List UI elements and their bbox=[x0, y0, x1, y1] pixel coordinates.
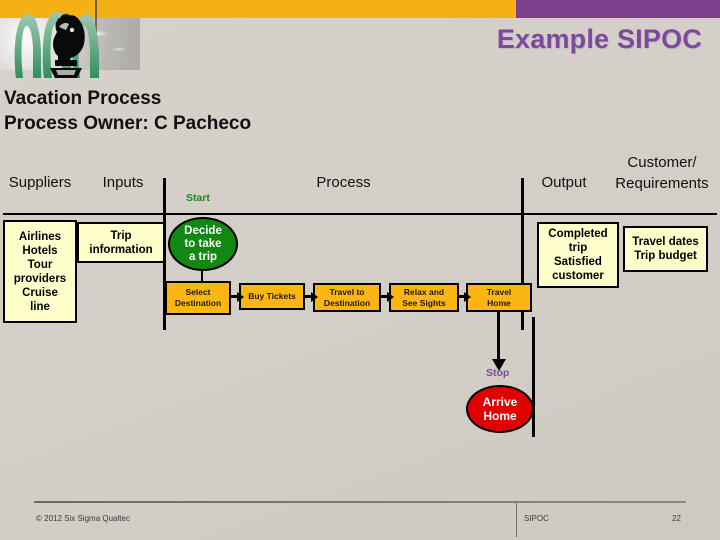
column-header-inputs: Inputs bbox=[102, 174, 144, 191]
header-underline-rule bbox=[3, 213, 717, 215]
process-step-select-destination: Select Destination bbox=[165, 281, 231, 315]
footer-rule bbox=[34, 501, 686, 503]
footer-copyright: © 2012 Six Sigma Qualtec bbox=[36, 514, 130, 523]
column-header-customer-requirements: Customer/ Requirements bbox=[615, 154, 709, 192]
process-step-travel-to-destination: Travel to Destination bbox=[313, 283, 381, 312]
column-header-suppliers: Suppliers bbox=[8, 174, 72, 191]
subtitle-block: Vacation Process Process Owner: C Pachec… bbox=[4, 86, 251, 136]
process-step-buy-tickets: Buy Tickets bbox=[239, 283, 305, 310]
flow-arrow-icon bbox=[305, 291, 318, 302]
column-header-output: Output bbox=[541, 174, 587, 191]
footer-page-number: 22 bbox=[672, 514, 681, 523]
slide-canvas: Example SIPOC Vacation Process Process O… bbox=[0, 0, 720, 540]
logo-knight-glyph bbox=[14, 11, 99, 79]
stop-label: Stop bbox=[486, 367, 510, 379]
flow-arrow-icon bbox=[381, 291, 394, 302]
header-bar-purple-segment bbox=[516, 0, 720, 18]
suppliers-box: Airlines Hotels Tour providers Cruise li… bbox=[3, 220, 77, 323]
chess-knight-logo bbox=[0, 0, 140, 88]
footer-section: SIPOC bbox=[524, 514, 549, 523]
flow-arrow-down-icon bbox=[491, 312, 506, 371]
subtitle-line-process-owner: Process Owner: C Pacheco bbox=[4, 113, 252, 134]
start-node: Decide to take a trip bbox=[168, 217, 238, 271]
customer-requirements-box: Travel dates Trip budget bbox=[623, 226, 708, 272]
start-label: Start bbox=[186, 192, 210, 204]
inputs-box: Trip information bbox=[77, 222, 165, 263]
column-header-process: Process bbox=[316, 174, 371, 191]
process-step-relax-and-see-sights: Relax and See Sights bbox=[389, 283, 459, 312]
divider-lower-output bbox=[532, 317, 535, 437]
flow-arrow-icon bbox=[459, 291, 471, 302]
output-box: Completed trip Satisfied customer bbox=[537, 222, 619, 288]
stop-node: Arrive Home bbox=[466, 385, 534, 433]
process-step-travel-home: Travel Home bbox=[466, 283, 532, 312]
flow-arrow-icon bbox=[231, 291, 244, 302]
subtitle-line-process-name: Vacation Process bbox=[4, 88, 162, 109]
footer-vertical-rule bbox=[516, 501, 517, 537]
page-title: Example SIPOC bbox=[496, 24, 702, 54]
